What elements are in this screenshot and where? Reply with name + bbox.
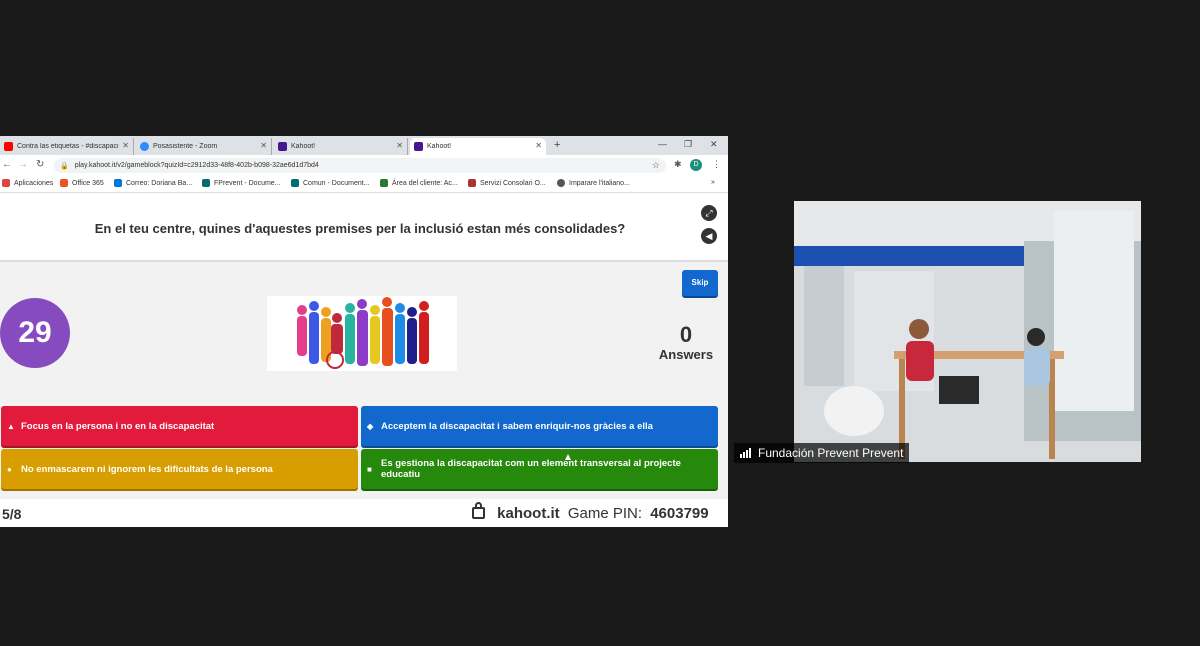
reload-icon[interactable]: ↻: [36, 159, 44, 170]
answer-option-4[interactable]: ■ Es gestiona la discapacitat com un ele…: [361, 449, 718, 489]
participant-video[interactable]: [794, 201, 1141, 462]
url-bar[interactable]: 🔒 play.kahoot.it/v2/gameblock?quizId=c29…: [54, 158, 666, 173]
answers-label: Answers: [658, 347, 714, 362]
participant-name: Fundación Prevent Prevent: [758, 446, 904, 460]
tab-zoom[interactable]: Posasistente - Zoom ✕: [136, 138, 272, 155]
forward-icon[interactable]: →: [18, 159, 28, 170]
bookmark-fprevent[interactable]: FPrevent - Docume...: [202, 179, 281, 187]
menu-icon[interactable]: ⋮: [712, 159, 721, 170]
answer-option-3[interactable]: ● No enmascarem ni ignorem les dificulta…: [1, 449, 358, 489]
restore-icon[interactable]: ❐: [684, 139, 692, 150]
close-tab-icon[interactable]: ✕: [396, 141, 403, 150]
close-tab-icon[interactable]: ✕: [122, 141, 129, 150]
pin-label: Game PIN:: [567, 505, 643, 522]
answers-counter: 0 Answers: [650, 322, 722, 363]
outlook-icon: [114, 179, 122, 187]
minimize-icon[interactable]: —: [658, 139, 667, 149]
countdown-timer: 29: [0, 298, 70, 368]
answer-text: Es gestiona la discapacitat com un eleme…: [381, 458, 681, 480]
participant-label: Fundación Prevent Prevent: [734, 443, 910, 463]
fullscreen-icon[interactable]: ⤢: [701, 205, 717, 221]
more-bookmarks-icon[interactable]: »: [711, 179, 715, 186]
tab-youtube[interactable]: Contra las etiquetas - #discapaci ✕: [0, 138, 134, 155]
mouse-cursor: [565, 454, 571, 460]
sharepoint-icon: [202, 179, 210, 187]
zoom-icon: [140, 142, 149, 151]
kahoot-icon: [278, 142, 287, 151]
question-text: En el teu centre, quines d'aquestes prem…: [94, 221, 626, 236]
shared-screen: Contra las etiquetas - #discapaci ✕ Posa…: [0, 136, 728, 527]
answer-text: No enmascarem ni ignorem les dificultats…: [21, 463, 273, 475]
globe-icon: [557, 179, 565, 187]
skip-button[interactable]: Skip: [682, 270, 718, 296]
address-bar-row: ← → ↻ 🔒 play.kahoot.it/v2/gameblock?quiz…: [0, 155, 728, 176]
bookmark-star-icon[interactable]: ☆: [652, 160, 660, 171]
extensions-icon[interactable]: ✱: [674, 159, 682, 170]
tab-kahoot-active[interactable]: Kahoot! ✕: [410, 138, 546, 155]
square-icon: ■: [367, 464, 372, 474]
triangle-icon: ▲: [7, 421, 15, 431]
people-silhouettes-image: [297, 297, 429, 369]
bookmarks-bar: Aplicaciones Office 365 Correo: Doriana …: [0, 176, 728, 193]
bookmark-consulate[interactable]: Servizi Consolari O...: [468, 179, 546, 187]
browser-tab-bar: Contra las etiquetas - #discapaci ✕ Posa…: [0, 136, 728, 155]
kahoot-game: En el teu centre, quines d'aquestes prem…: [0, 193, 728, 527]
close-tab-icon[interactable]: ✕: [260, 141, 267, 150]
apps-icon: [2, 179, 10, 187]
signal-strength-icon: [740, 448, 752, 458]
game-pin: 4603799: [650, 505, 709, 522]
new-tab-button[interactable]: +: [554, 139, 560, 151]
question-bar: En el teu centre, quines d'aquestes prem…: [0, 193, 728, 262]
question-image: [267, 296, 457, 371]
sound-icon[interactable]: ◀: [701, 228, 717, 244]
office-icon: [60, 179, 68, 187]
office-room-image: [794, 201, 1141, 462]
close-tab-icon[interactable]: ✕: [535, 141, 542, 150]
answer-option-1[interactable]: ▲ Focus en la persona i no en la discapa…: [1, 406, 358, 446]
answer-option-2[interactable]: ◆ Acceptem la discapacitat i sabem enriq…: [361, 406, 718, 446]
bookmark-apps[interactable]: Aplicaciones: [2, 179, 53, 187]
answers-number: 0: [679, 322, 693, 347]
game-footer: 5/8 kahoot.it Game PIN: 4603799: [0, 499, 728, 527]
bookmark-office[interactable]: Office 365: [60, 179, 104, 187]
lock-icon: 🔒: [60, 162, 69, 170]
sharepoint-icon: [291, 179, 299, 187]
answer-text: Acceptem la discapacitat i sabem enriqui…: [381, 420, 653, 432]
kahoot-icon: [414, 142, 423, 151]
close-window-icon[interactable]: ✕: [710, 139, 718, 150]
back-icon[interactable]: ←: [2, 159, 12, 170]
youtube-icon: [4, 142, 13, 151]
url-text: play.kahoot.it/v2/gameblock?quizId=c2912…: [74, 162, 319, 169]
client-icon: [380, 179, 388, 187]
brand-name: kahoot.it: [497, 505, 560, 522]
consulate-icon: [468, 179, 476, 187]
bookmark-comun[interactable]: Comun - Document...: [291, 179, 370, 187]
lock-icon: [472, 502, 485, 519]
diamond-icon: ◆: [367, 421, 374, 431]
bookmark-italian[interactable]: Imparare l'italiano...: [557, 179, 630, 187]
game-pin-area: kahoot.it Game PIN: 4603799: [472, 502, 709, 522]
profile-avatar[interactable]: D: [690, 159, 702, 171]
tab-kahoot-1[interactable]: Kahoot! ✕: [274, 138, 408, 155]
circle-icon: ●: [7, 464, 12, 474]
bookmark-mail[interactable]: Correo: Doriana Ba...: [114, 179, 192, 187]
bookmark-client[interactable]: Área del cliente: Ac...: [380, 179, 458, 187]
question-progress: 5/8: [2, 506, 22, 522]
answer-text: Focus en la persona i no en la discapaci…: [21, 420, 215, 432]
